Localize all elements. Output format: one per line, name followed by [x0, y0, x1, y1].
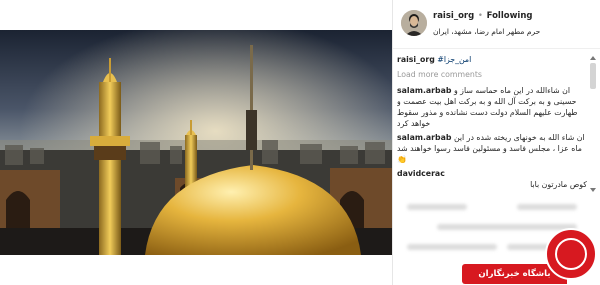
comments-list: raisi_org #امن_جزا Load more comments sa…: [397, 54, 587, 194]
caption: raisi_org #امن_جزا: [397, 54, 587, 65]
load-more-comments-button[interactable]: Load more comments: [397, 69, 587, 80]
scroll-down-icon[interactable]: [590, 188, 596, 192]
comment-item: salam.arbab ان شاء الله به خونهای ریخته …: [397, 132, 587, 165]
clap-emoji: 👏: [397, 155, 407, 164]
scroll-up-icon[interactable]: [590, 56, 596, 60]
scroll-thumb[interactable]: [590, 63, 596, 89]
comment-author[interactable]: salam.arbab: [397, 86, 451, 95]
comment-item: salam.arbab ان شاءالله در این ماه حماسه …: [397, 85, 587, 129]
avatar[interactable]: [401, 10, 427, 36]
comment-item: davidcerac کوص مادرتون بابا: [397, 168, 587, 190]
username-link[interactable]: raisi_org: [433, 11, 474, 21]
comment-author[interactable]: davidcerac: [397, 169, 445, 178]
watermark-logo-icon: [545, 228, 597, 280]
post-image[interactable]: [0, 0, 392, 285]
location-link[interactable]: حرم مطهر امام رضا، مشهد، ایران: [433, 27, 540, 36]
post-header: raisi_org • Following حرم مطهر امام رضا،…: [393, 0, 600, 49]
separator-dot: •: [477, 11, 483, 21]
caption-hashtag[interactable]: #امن_جزا: [437, 55, 471, 64]
user-line: raisi_org • Following: [433, 11, 532, 21]
comments-scrollbar[interactable]: [590, 56, 596, 192]
comment-author[interactable]: salam.arbab: [397, 133, 451, 142]
caption-author[interactable]: raisi_org: [397, 55, 435, 64]
following-button[interactable]: Following: [487, 11, 533, 21]
comment-text: کوص مادرتون بابا: [530, 180, 587, 189]
